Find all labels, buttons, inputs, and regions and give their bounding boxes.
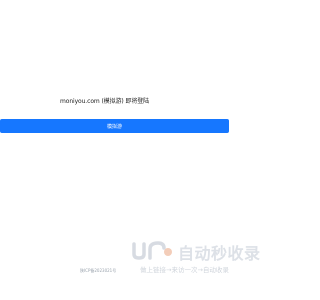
site-notice: moniyou.com (模拟游) 即将登陆 bbox=[60, 98, 150, 105]
jr-logo-icon bbox=[132, 241, 172, 260]
watermark-slogan: 做上链接→来访一次→自动收录 bbox=[140, 266, 229, 274]
watermark-banner: 自动秒收录 做上链接→来访一次→自动收录 bbox=[130, 238, 280, 274]
visit-button[interactable]: 模拟游 bbox=[0, 119, 229, 133]
footer-icp-link[interactable]: 陕ICP备2023021号 bbox=[80, 268, 116, 274]
watermark-title: 自动秒收录 bbox=[178, 244, 261, 263]
page: moniyou.com (模拟游) 即将登陆 模拟游 自动秒收录 做上链接→来访… bbox=[0, 0, 300, 300]
